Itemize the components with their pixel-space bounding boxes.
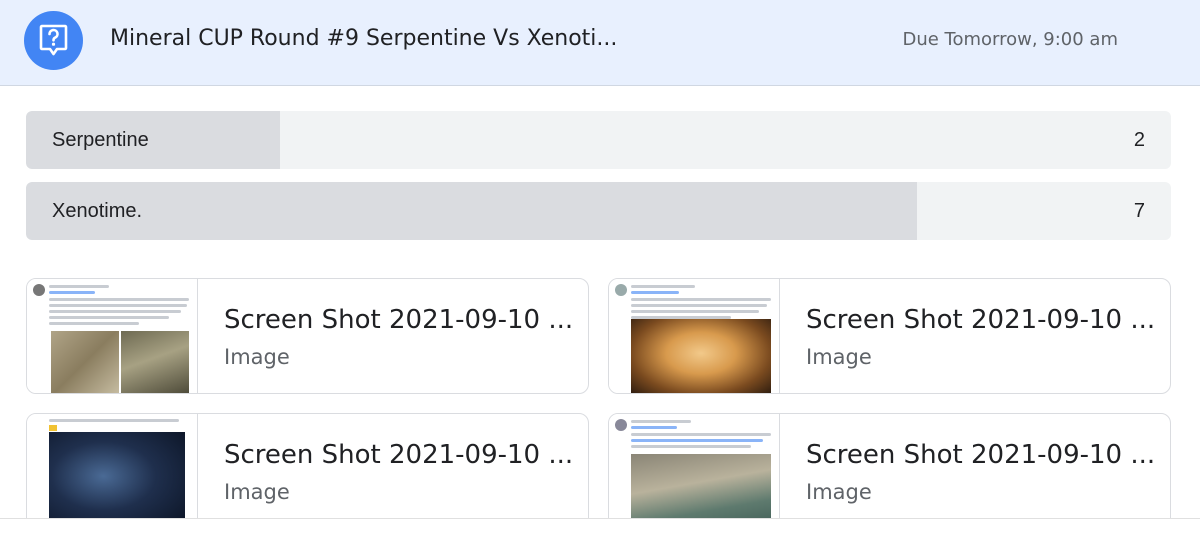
- attachment-name: Screen Shot 2021-09-10 ...: [806, 440, 1156, 470]
- due-date: Due Tomorrow, 9:00 am: [902, 29, 1118, 50]
- poll-fill-bar: [26, 182, 917, 240]
- attachment-card[interactable]: Screen Shot 2021-09-10 ... Image: [26, 278, 589, 394]
- poll-option-count: 7: [1133, 200, 1145, 222]
- attachment-thumbnail: [27, 279, 198, 393]
- poll-option-count: 2: [1133, 129, 1145, 151]
- attachment-thumbnail: [609, 414, 780, 528]
- attachment-thumbnail: [609, 279, 780, 393]
- attachment-type: Image: [806, 345, 872, 369]
- attachment-card[interactable]: Screen Shot 2021-09-10 ... Image: [26, 413, 589, 529]
- attachment-name: Screen Shot 2021-09-10 ...: [806, 305, 1156, 335]
- attachment-thumbnail: [27, 414, 198, 528]
- poll-option-label: Serpentine: [52, 129, 149, 151]
- attachment-type: Image: [224, 345, 290, 369]
- attachment-type: Image: [806, 480, 872, 504]
- assignment-title[interactable]: Mineral CUP Round #9 Serpentine Vs Xenot…: [110, 26, 617, 51]
- poll-option-label: Xenotime.: [52, 200, 143, 222]
- poll-option-serpentine[interactable]: Serpentine 2: [26, 111, 1171, 169]
- attachment-name: Screen Shot 2021-09-10 ...: [224, 305, 574, 335]
- attachment-name: Screen Shot 2021-09-10 ...: [224, 440, 574, 470]
- attachment-type: Image: [224, 480, 290, 504]
- assignment-header: Mineral CUP Round #9 Serpentine Vs Xenot…: [0, 0, 1200, 86]
- question-bubble-icon: [24, 11, 83, 70]
- attachment-card[interactable]: Screen Shot 2021-09-10 ... Image: [608, 413, 1171, 529]
- footer-divider: [0, 518, 1200, 553]
- attachment-card[interactable]: Screen Shot 2021-09-10 ... Image: [608, 278, 1171, 394]
- poll-option-xenotime[interactable]: Xenotime. 7: [26, 182, 1171, 240]
